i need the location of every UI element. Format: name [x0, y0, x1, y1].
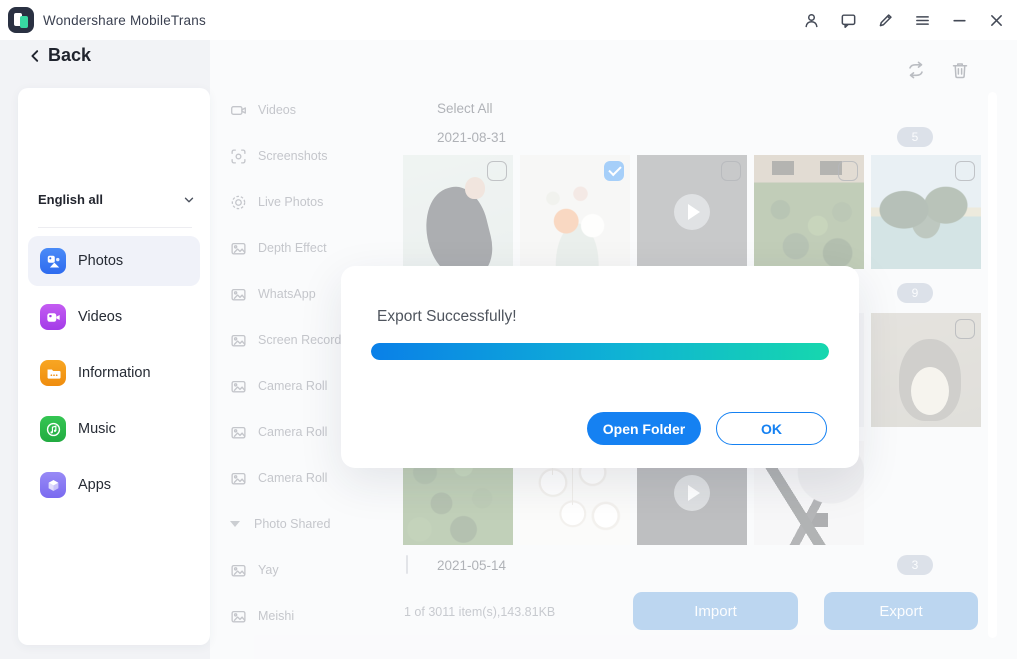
account-icon[interactable] [800, 9, 822, 31]
count-badge: 9 [897, 283, 933, 303]
sidebar-item-information[interactable]: Information [28, 348, 200, 398]
chevron-down-icon [230, 521, 240, 527]
scrollbar[interactable] [988, 92, 997, 638]
information-icon [40, 360, 66, 386]
album-group-photo-shared[interactable]: Photo Shared [230, 501, 330, 547]
selection-status: 1 of 3011 item(s),143.81KB [404, 605, 555, 619]
pen-icon[interactable] [874, 9, 896, 31]
photo-checkbox-checked[interactable] [604, 161, 624, 181]
album-item-videos[interactable]: Videos [230, 87, 296, 133]
photo-icon [230, 240, 247, 257]
dialog-message: Export Successfully! [377, 308, 517, 326]
sidebar-item-photos[interactable]: Photos [28, 236, 200, 286]
video-camera-icon [230, 102, 247, 119]
photo-icon [230, 286, 247, 303]
photo-icon [230, 424, 247, 441]
divider [38, 227, 192, 228]
transfer-refresh-icon[interactable] [906, 60, 928, 82]
album-item-screenshots[interactable]: Screenshots [230, 133, 327, 179]
progress-bar-fill [371, 343, 829, 360]
photo-thumbnail[interactable] [754, 155, 864, 269]
import-button[interactable]: Import [633, 592, 798, 630]
photo-icon [230, 332, 247, 349]
chevron-down-icon [182, 193, 196, 207]
album-item-live-photos[interactable]: Live Photos [230, 179, 323, 225]
export-success-dialog: Export Successfully! Open Folder OK [341, 266, 859, 468]
play-icon [674, 194, 710, 230]
photo-checkbox[interactable] [721, 161, 741, 181]
select-all-label: Select All [437, 101, 493, 116]
count-badge: 5 [897, 127, 933, 147]
language-selector[interactable]: English all [38, 192, 196, 207]
album-item-depth-effect[interactable]: Depth Effect [230, 225, 327, 271]
sidebar: English all Photos Videos Information Mu… [18, 88, 210, 645]
export-button[interactable]: Export [824, 592, 978, 630]
apps-icon [40, 472, 66, 498]
menu-icon[interactable] [911, 9, 933, 31]
language-selector-value: English all [38, 192, 103, 207]
live-photo-icon [230, 194, 247, 211]
sidebar-item-videos[interactable]: Videos [28, 292, 200, 342]
date-group-label: 2021-08-31 [437, 130, 506, 145]
photos-icon [40, 248, 66, 274]
photo-icon [230, 562, 247, 579]
sidebar-item-apps[interactable]: Apps [28, 460, 200, 510]
delete-icon[interactable] [950, 60, 972, 82]
photo-thumbnail[interactable] [403, 155, 513, 269]
feedback-icon[interactable] [837, 9, 859, 31]
photo-checkbox[interactable] [838, 161, 858, 181]
photo-checkbox[interactable] [487, 161, 507, 181]
album-item-camera-roll-2[interactable]: Camera Roll [230, 409, 327, 455]
photo-thumbnail[interactable] [871, 155, 981, 269]
photo-checkbox[interactable] [955, 319, 975, 339]
video-thumbnail[interactable] [637, 155, 747, 269]
album-item-screen-recorder[interactable]: Screen Recorder [230, 317, 353, 363]
photo-icon [230, 470, 247, 487]
sidebar-item-music[interactable]: Music [28, 404, 200, 454]
back-button[interactable]: Back [28, 45, 91, 66]
photo-thumbnail[interactable] [871, 313, 981, 427]
app-title: Wondershare MobileTrans [43, 13, 206, 28]
date-group-checkbox[interactable] [406, 555, 408, 574]
progress-bar [371, 343, 829, 360]
photo-checkbox[interactable] [955, 161, 975, 181]
screenshot-icon [230, 148, 247, 165]
album-item-whatsapp[interactable]: WhatsApp [230, 271, 316, 317]
photo-icon [230, 378, 247, 395]
back-label: Back [48, 45, 91, 66]
open-folder-button[interactable]: Open Folder [587, 412, 701, 445]
date-group-label: 2021-05-14 [437, 558, 506, 573]
music-icon [40, 416, 66, 442]
count-badge: 3 [897, 555, 933, 575]
videos-icon [40, 304, 66, 330]
album-item-yay[interactable]: Yay [230, 547, 279, 593]
photo-thumbnail[interactable] [520, 155, 630, 269]
close-button[interactable] [985, 9, 1007, 31]
chevron-left-icon [28, 48, 42, 64]
titlebar: Wondershare MobileTrans [0, 0, 1017, 40]
ok-button[interactable]: OK [716, 412, 827, 445]
minimize-button[interactable] [948, 9, 970, 31]
album-item-meishi[interactable]: Meishi [230, 593, 294, 639]
photo-icon [230, 608, 247, 625]
play-icon [674, 475, 710, 511]
album-item-camera-roll-1[interactable]: Camera Roll [230, 363, 327, 409]
album-item-camera-roll-3[interactable]: Camera Roll [230, 455, 327, 501]
app-logo-icon [8, 7, 34, 33]
